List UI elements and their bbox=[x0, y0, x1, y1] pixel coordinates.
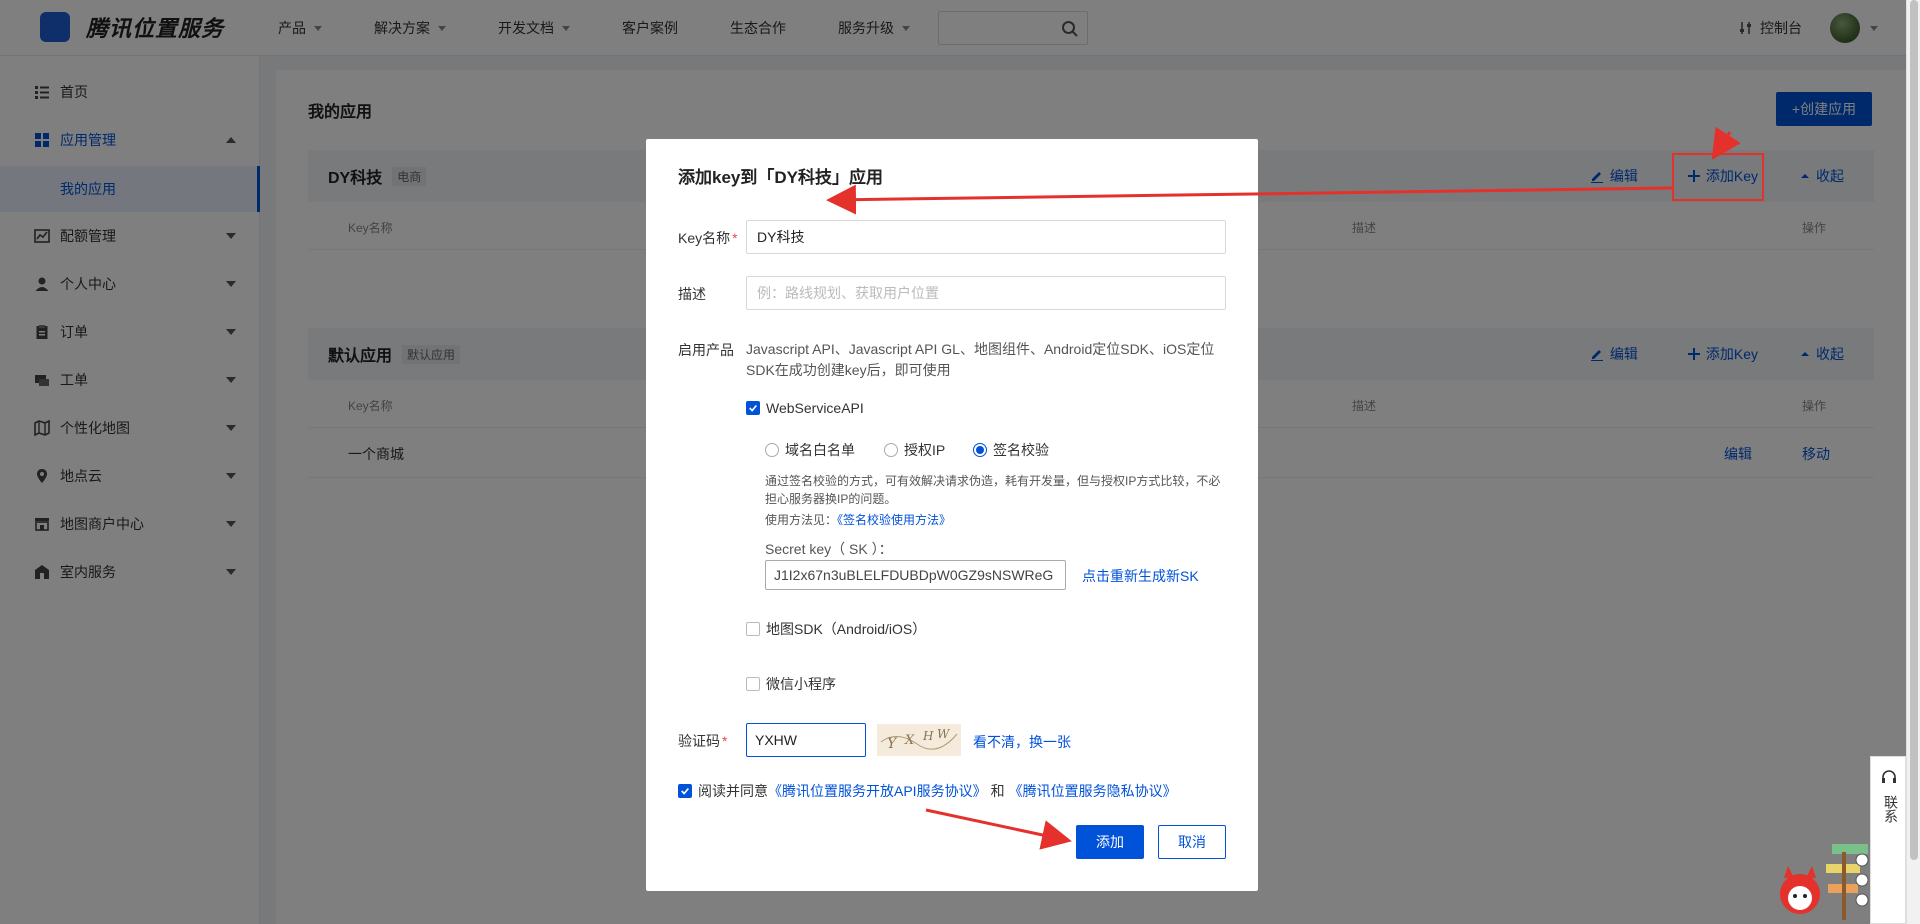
fox-mascot-icon[interactable] bbox=[1776, 842, 1870, 924]
signature-description: 通过签名校验的方式，可有效解决请求伪造，耗有开发量，但与授权IP方式比较，不必担… bbox=[765, 474, 1221, 506]
annotation-highlight-box bbox=[1672, 153, 1764, 201]
usage-hint: 使用方法见：《签名校验使用方法》 bbox=[765, 513, 952, 527]
api-agreement-link[interactable]: 《腾讯位置服务开放API服务协议》 bbox=[768, 781, 987, 801]
dialog-title: 添加key到「DY科技」应用 bbox=[678, 168, 883, 187]
webservice-checkbox[interactable]: WebServiceAPI bbox=[746, 400, 864, 416]
page-scrollbar[interactable] bbox=[1906, 0, 1920, 924]
usage-link[interactable]: 《签名校验使用方法》 bbox=[837, 513, 951, 527]
headset-icon bbox=[1882, 770, 1896, 783]
radio-authorized-ip[interactable]: 授权IP bbox=[884, 440, 945, 460]
desc-label: 描述 bbox=[678, 286, 706, 302]
contact-label: 联系 bbox=[1883, 795, 1899, 823]
refresh-captcha-link[interactable]: 看不清，换一张 bbox=[973, 732, 1071, 752]
captcha-input[interactable]: YXHW bbox=[746, 723, 866, 757]
add-button[interactable]: 添加 bbox=[1076, 825, 1144, 859]
agree-checkbox[interactable] bbox=[678, 784, 692, 798]
captcha-image[interactable]: Y X H W bbox=[877, 724, 961, 756]
captcha-label: 验证码 * bbox=[678, 733, 728, 749]
desc-input[interactable]: 例：路线规划、获取用户位置 bbox=[746, 276, 1226, 310]
secret-key-field[interactable]: J1I2x67n3uBLELFDUBDpW0GZ9sNSWReG bbox=[765, 560, 1066, 590]
regenerate-sk-link[interactable]: 点击重新生成新SK bbox=[1082, 566, 1199, 586]
products-description: Javascript API、Javascript API GL、地图组件、An… bbox=[746, 341, 1215, 378]
svg-text:W: W bbox=[937, 727, 951, 741]
key-name-label: Key名称 * bbox=[678, 230, 738, 246]
radio-signature-check[interactable]: 签名校验 bbox=[973, 440, 1049, 460]
contact-widget[interactable]: 联系 bbox=[1870, 756, 1906, 924]
sk-label: Secret key（ SK ）： bbox=[765, 541, 893, 557]
svg-text:X: X bbox=[904, 733, 915, 748]
svg-text:H: H bbox=[922, 729, 934, 743]
key-name-input[interactable]: DY科技 bbox=[746, 220, 1226, 254]
privacy-agreement-link[interactable]: 《腾讯位置服务隐私协议》 bbox=[1009, 781, 1177, 801]
products-label: 启用产品 bbox=[678, 342, 734, 358]
agreement-row: 阅读并同意 《腾讯位置服务开放API服务协议》 和 《腾讯位置服务隐私协议》 bbox=[678, 781, 1177, 801]
mini-program-checkbox[interactable]: 微信小程序 bbox=[746, 674, 836, 694]
svg-text:Y: Y bbox=[887, 736, 898, 752]
checkbox-checked-icon bbox=[746, 401, 760, 415]
add-key-dialog: 添加key到「DY科技」应用 Key名称 * DY科技 描述 例：路线规划、获取用… bbox=[646, 139, 1258, 891]
map-sdk-checkbox[interactable]: 地图SDK（Android/iOS） bbox=[746, 619, 926, 639]
radio-domain-whitelist[interactable]: 域名白名单 bbox=[765, 440, 855, 460]
cancel-button[interactable]: 取消 bbox=[1158, 825, 1226, 859]
